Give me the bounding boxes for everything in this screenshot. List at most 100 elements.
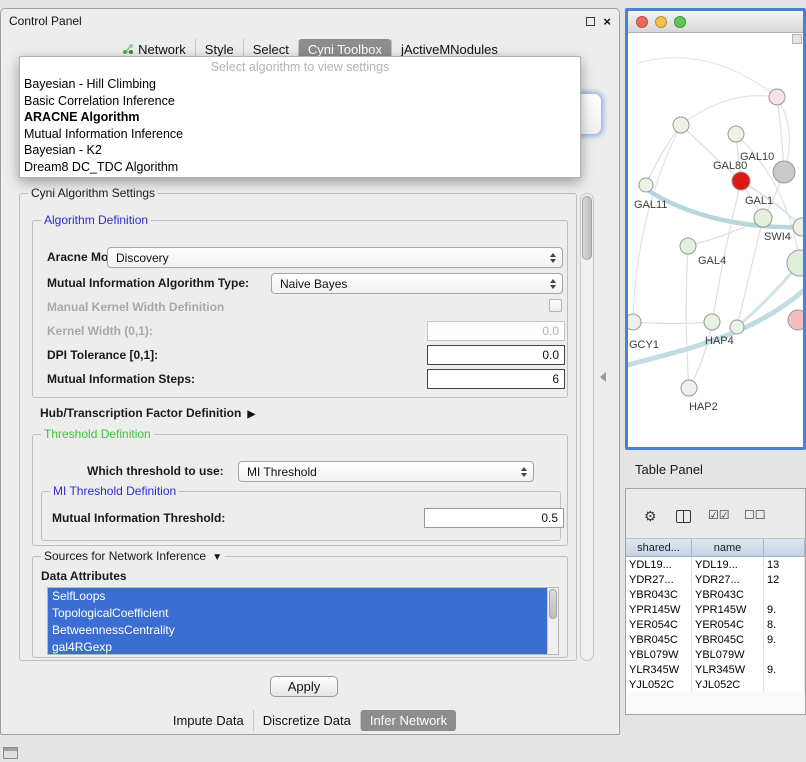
data-attributes-list: SelfLoopsTopologicalCoefficientBetweenne… bbox=[48, 588, 558, 655]
table-cell: 12 bbox=[764, 572, 805, 587]
list-scrollbar-thumb[interactable] bbox=[549, 589, 557, 619]
list-scrollbar[interactable] bbox=[547, 588, 558, 654]
minimize-traffic-light-icon[interactable] bbox=[655, 16, 667, 28]
table-row[interactable]: YDL19...YDL19...13 bbox=[626, 557, 805, 572]
mi-threshold-field[interactable]: 0.5 bbox=[424, 508, 564, 528]
attribute-item[interactable]: SelfLoops bbox=[48, 588, 547, 605]
minimized-window-icon[interactable] bbox=[3, 747, 18, 759]
hub-definition-label: Hub/Transcription Factor Definition bbox=[40, 406, 241, 420]
table-row[interactable]: YER054CYER054C8. bbox=[626, 617, 805, 632]
node-label: GAL1 bbox=[745, 195, 773, 207]
sources-group-title[interactable]: Sources for Network Inference ▼ bbox=[41, 549, 225, 563]
data-attributes-listbox: SelfLoopsTopologicalCoefficientBetweenne… bbox=[47, 587, 559, 655]
which-threshold-select[interactable]: MI Threshold bbox=[238, 461, 534, 482]
bottom-tab-discretize-data[interactable]: Discretize Data bbox=[253, 710, 360, 731]
network-node[interactable] bbox=[754, 209, 772, 227]
attribute-item[interactable]: BetweennessCentrality bbox=[48, 622, 547, 639]
attribute-item[interactable]: gal4RGexp bbox=[48, 639, 547, 655]
network-node[interactable] bbox=[732, 172, 750, 190]
network-node[interactable] bbox=[787, 250, 803, 276]
close-traffic-light-icon[interactable] bbox=[636, 16, 648, 28]
table-row[interactable]: YPR145WYPR145W9. bbox=[626, 602, 805, 617]
hub-definition-toggle[interactable]: Hub/Transcription Factor Definition ▶ bbox=[40, 406, 255, 420]
bottom-tab-bar: Impute DataDiscretize Data Infer Network bbox=[1, 708, 619, 732]
column-header-name[interactable]: name bbox=[692, 539, 764, 556]
node-label: GAL10 bbox=[740, 151, 774, 163]
network-node[interactable] bbox=[704, 314, 720, 330]
network-edge bbox=[633, 125, 681, 322]
which-threshold-value: MI Threshold bbox=[247, 465, 317, 479]
table-cell: 9. bbox=[764, 632, 805, 647]
float-window-icon[interactable] bbox=[586, 17, 595, 26]
column-layout-icon[interactable] bbox=[676, 510, 691, 523]
network-node[interactable] bbox=[639, 178, 653, 192]
select-all-checkbox-icon[interactable]: ☑☑ bbox=[708, 509, 730, 521]
deselect-all-checkbox-icon[interactable]: ☐☐ bbox=[744, 509, 766, 521]
network-node[interactable] bbox=[728, 126, 744, 142]
network-edge bbox=[646, 189, 802, 227]
zoom-traffic-light-icon[interactable] bbox=[674, 16, 686, 28]
algorithm-popup-placeholder: Select algorithm to view settings bbox=[20, 59, 580, 76]
table-cell: YDL19... bbox=[626, 557, 692, 572]
mi-algorithm-type-select[interactable]: Naive Bayes bbox=[271, 273, 563, 294]
dpi-tolerance-field[interactable]: 0.0 bbox=[427, 345, 565, 365]
apply-button[interactable]: Apply bbox=[270, 676, 338, 697]
table-cell: YER054C bbox=[692, 617, 764, 632]
tab-label: jActiveMNodules bbox=[401, 42, 498, 57]
settings-scrollbar[interactable] bbox=[580, 193, 594, 661]
algorithm-option-dream8-dc-tdc-algorithm[interactable]: Dream8 DC_TDC Algorithm bbox=[20, 159, 580, 176]
network-node[interactable] bbox=[628, 314, 641, 330]
network-node[interactable] bbox=[788, 310, 803, 330]
mi-steps-field[interactable]: 6 bbox=[427, 369, 565, 389]
panel-collapse-arrow-icon[interactable] bbox=[600, 372, 606, 382]
mi-steps-label: Mutual Information Steps: bbox=[47, 372, 195, 386]
network-canvas[interactable]: GAL80GAL10GAL11GAL1SWI4GAL4GCY1HAP4HAP2 bbox=[628, 33, 803, 447]
table-row[interactable]: YBL079WYBL079W bbox=[626, 647, 805, 662]
table-row[interactable]: YBR045CYBR045C9. bbox=[626, 632, 805, 647]
mi-threshold-group: MI Threshold Definition Mutual Informati… bbox=[41, 491, 561, 541]
column-header-shared[interactable]: shared... bbox=[626, 539, 692, 556]
algorithm-option-aracne-algorithm[interactable]: ARACNE Algorithm bbox=[20, 109, 580, 126]
network-edge bbox=[712, 181, 741, 322]
mi-threshold-group-title: MI Threshold Definition bbox=[50, 484, 179, 498]
column-header-extra[interactable] bbox=[764, 539, 805, 556]
close-icon[interactable]: × bbox=[603, 15, 611, 28]
table-row[interactable]: YLR345WYLR345W9. bbox=[626, 662, 805, 677]
manual-kernel-width-checkbox[interactable] bbox=[549, 299, 562, 312]
tab-label: Select bbox=[253, 42, 289, 57]
network-node[interactable] bbox=[769, 89, 785, 105]
table-panel-title: Table Panel bbox=[635, 462, 703, 477]
table-row[interactable]: YJL052CYJL052C bbox=[626, 677, 805, 692]
tab-label: Infer Network bbox=[370, 713, 447, 728]
network-node[interactable] bbox=[673, 117, 689, 133]
network-edge bbox=[646, 125, 681, 185]
table-cell: YDR27... bbox=[626, 572, 692, 587]
algorithm-option-basic-correlation-inference[interactable]: Basic Correlation Inference bbox=[20, 93, 580, 110]
network-node[interactable] bbox=[681, 380, 697, 396]
settings-gear-icon[interactable]: ⚙ bbox=[644, 509, 657, 523]
bottom-tab-impute-data[interactable]: Impute Data bbox=[164, 710, 253, 731]
kernel-width-field[interactable]: 0.0 bbox=[427, 321, 565, 341]
mi-threshold-value: 0.5 bbox=[541, 511, 558, 525]
aracne-mode-select[interactable]: Discovery bbox=[107, 247, 563, 268]
algorithm-option-mutual-information-inference[interactable]: Mutual Information Inference bbox=[20, 126, 580, 143]
table-row[interactable]: YBR043CYBR043C bbox=[626, 587, 805, 602]
attribute-item[interactable]: TopologicalCoefficient bbox=[48, 605, 547, 622]
mi-threshold-label: Mutual Information Threshold: bbox=[52, 511, 225, 525]
table-row[interactable]: YDR27...YDR27...12 bbox=[626, 572, 805, 587]
network-node[interactable] bbox=[730, 320, 744, 334]
network-window-titlebar bbox=[628, 11, 803, 33]
algorithm-option-bayesian-hill-climbing[interactable]: Bayesian - Hill Climbing bbox=[20, 76, 580, 93]
bottom-tab-infer-network[interactable]: Infer Network bbox=[360, 710, 456, 731]
node-label: GCY1 bbox=[629, 339, 659, 351]
settings-scrollbar-thumb[interactable] bbox=[582, 196, 592, 260]
network-node[interactable] bbox=[773, 161, 795, 183]
network-node[interactable] bbox=[680, 238, 696, 254]
kernel-width-value: 0.0 bbox=[542, 324, 559, 338]
table-cell: YBR045C bbox=[626, 632, 692, 647]
table-cell: YBL079W bbox=[626, 647, 692, 662]
network-edge bbox=[633, 322, 712, 324]
algorithm-option-bayesian-k2[interactable]: Bayesian - K2 bbox=[20, 142, 580, 159]
table-cell: YER054C bbox=[626, 617, 692, 632]
network-edge bbox=[737, 218, 763, 327]
